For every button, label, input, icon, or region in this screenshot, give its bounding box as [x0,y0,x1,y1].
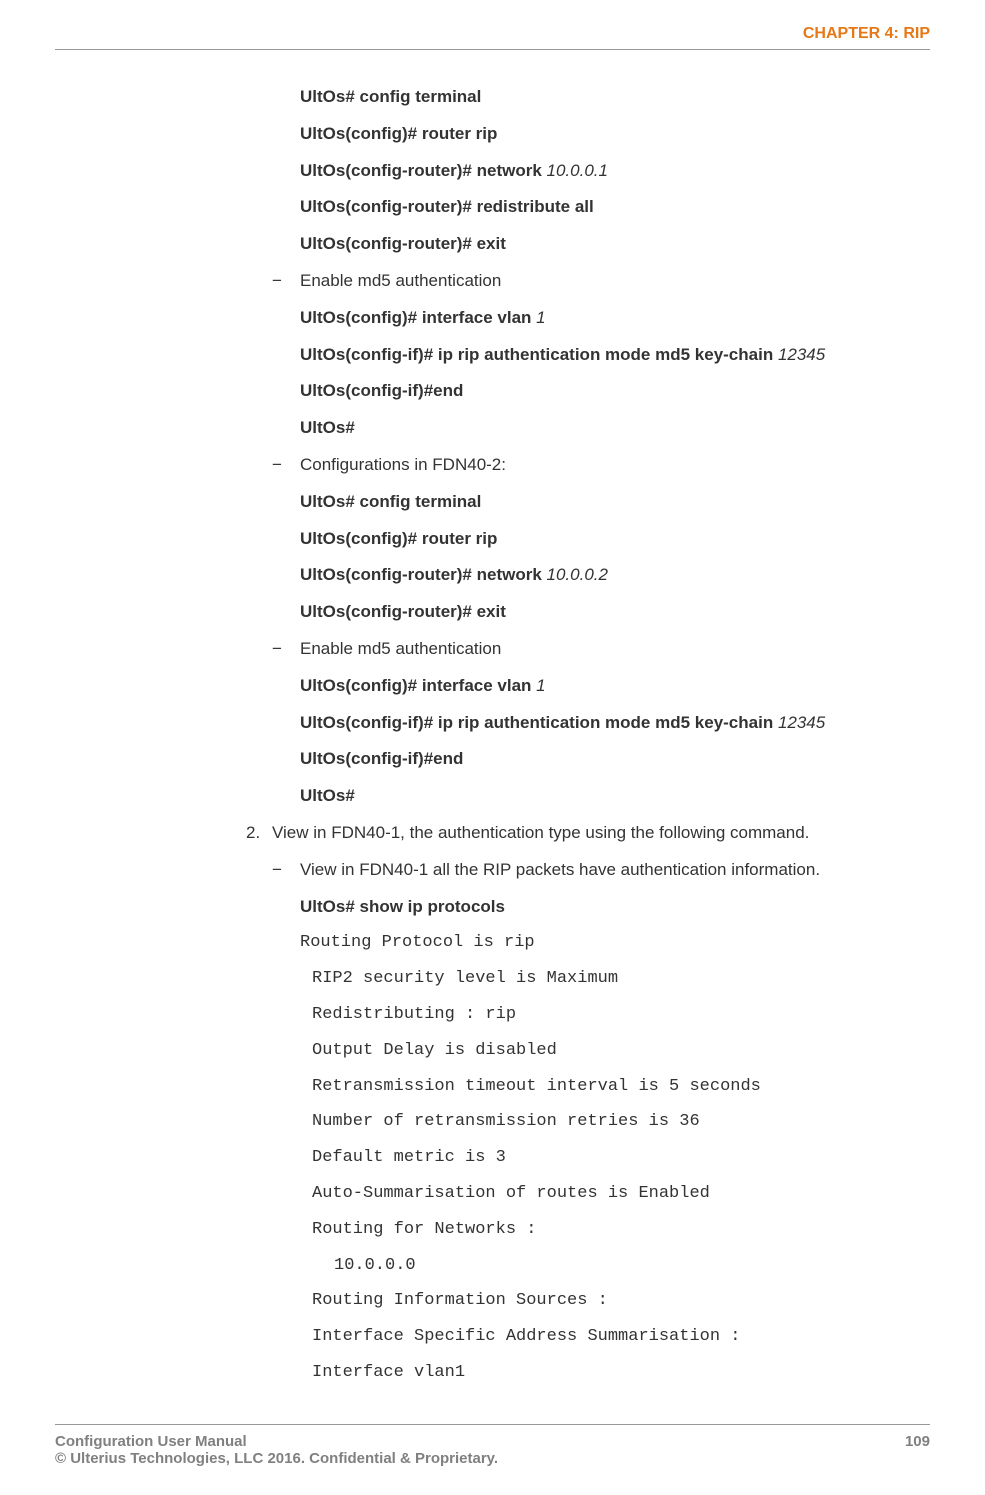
command-line: UltOs(config)# interface vlan 1 [300,306,930,330]
command-arg: 10.0.0.2 [547,565,608,584]
command-line: UltOs(config-if)#end [300,379,930,403]
command-line: UltOs(config-router)# network 10.0.0.1 [300,159,930,183]
command-line: UltOs# config terminal [300,490,930,514]
output-line: Retransmission timeout interval is 5 sec… [300,1075,930,1099]
command-arg: 12345 [778,713,825,732]
command-line: UltOs# [300,784,930,808]
command-line: UltOs(config)# interface vlan 1 [300,674,930,698]
command-line: UltOs# config terminal [300,85,930,109]
page-header: CHAPTER 4: RIP [55,25,930,50]
command-line: UltOs(config-router)# exit [300,600,930,624]
item-number: 2. [244,821,272,845]
output-line: Redistributing : rip [300,1003,930,1027]
page-footer: Configuration User Manual © Ulterius Tec… [55,1424,930,1467]
command-line: UltOs# show ip protocols [300,895,930,919]
dash-bullet: − [272,453,300,477]
list-item: − View in FDN40-1 all the RIP packets ha… [272,858,930,882]
dash-bullet: − [272,858,300,882]
page-content: UltOs# config terminal UltOs(config)# ro… [55,85,930,1385]
command-line: UltOs(config-router)# network 10.0.0.2 [300,563,930,587]
footer-left: Configuration User Manual © Ulterius Tec… [55,1433,498,1467]
list-item-text: Enable md5 authentication [300,637,930,661]
dash-bullet: − [272,637,300,661]
output-line: Output Delay is disabled [300,1039,930,1063]
output-line: Auto-Summarisation of routes is Enabled [300,1182,930,1206]
command-arg: 1 [536,676,545,695]
command-arg: 1 [536,308,545,327]
command-line: UltOs(config-if)#end [300,747,930,771]
command-line: UltOs(config-router)# exit [300,232,930,256]
list-item-text: Enable md5 authentication [300,269,930,293]
output-line: Default metric is 3 [300,1146,930,1170]
list-item: − Enable md5 authentication [272,637,930,661]
command-line: UltOs(config-if)# ip rip authentication … [300,343,930,367]
output-line: Interface vlan1 [300,1361,930,1385]
command-line: UltOs(config)# router rip [300,122,930,146]
list-item: − Enable md5 authentication [272,269,930,293]
command-line: UltOs(config)# router rip [300,527,930,551]
footer-title: Configuration User Manual [55,1433,498,1450]
command-line: UltOs# [300,416,930,440]
command-line: UltOs(config-if)# ip rip authentication … [300,711,930,735]
command-arg: 10.0.0.1 [547,161,608,180]
list-item-text: Configurations in FDN40-2: [300,453,930,477]
list-item-text: View in FDN40-1 all the RIP packets have… [300,858,930,882]
numbered-item: 2. View in FDN40-1, the authentication t… [244,821,930,845]
footer-copyright: © Ulterius Technologies, LLC 2016. Confi… [55,1450,498,1467]
output-line: RIP2 security level is Maximum [300,967,930,991]
output-line: Routing Information Sources : [300,1289,930,1313]
output-line: Routing Protocol is rip [300,931,930,955]
output-line: Number of retransmission retries is 36 [300,1110,930,1134]
command-line: UltOs(config-router)# redistribute all [300,195,930,219]
page-number: 109 [905,1433,930,1467]
output-line: Interface Specific Address Summarisation… [300,1325,930,1349]
list-item: − Configurations in FDN40-2: [272,453,930,477]
output-line: Routing for Networks : [300,1218,930,1242]
command-arg: 12345 [778,345,825,364]
numbered-item-text: View in FDN40-1, the authentication type… [272,821,930,845]
chapter-label: CHAPTER 4: RIP [803,25,930,42]
output-line: 10.0.0.0 [300,1254,930,1278]
dash-bullet: − [272,269,300,293]
